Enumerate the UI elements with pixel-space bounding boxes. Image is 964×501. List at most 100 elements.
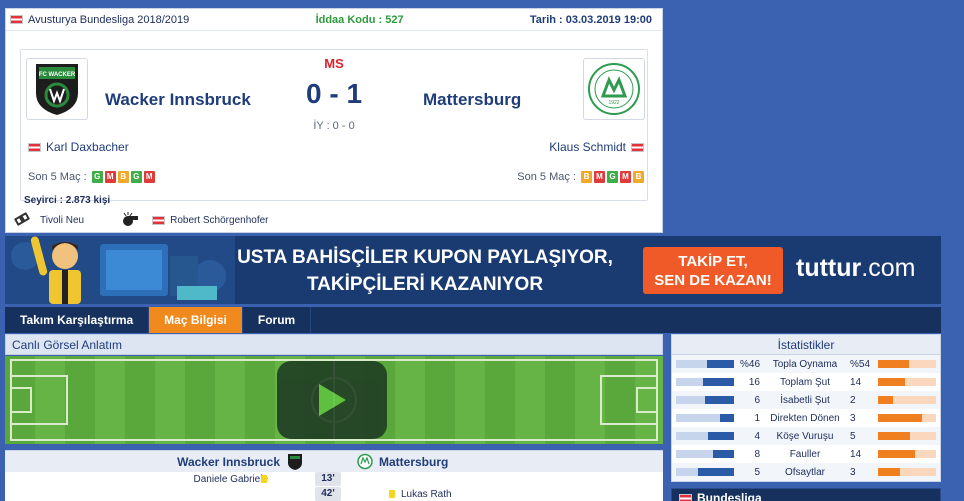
stat-home-value: 8 xyxy=(754,449,760,460)
events-header: Wacker Innsbruck Mattersburg xyxy=(5,450,663,472)
event-minute: 42' xyxy=(315,487,341,501)
play-icon xyxy=(319,384,346,416)
match-tabs: Takım Karşılaştırma Maç Bilgisi Forum xyxy=(5,307,941,333)
stadium-icon xyxy=(12,211,32,230)
stat-away-fill xyxy=(878,468,901,476)
stat-home-bar xyxy=(676,360,734,368)
stat-away-bar xyxy=(878,378,936,386)
league-name: Avusturya Bundesliga 2018/2019 xyxy=(28,13,190,26)
form-badge: G xyxy=(130,171,142,183)
tuttur-logo[interactable]: tuttur.com xyxy=(796,254,915,283)
stat-home-bar xyxy=(676,396,734,404)
stat-away-value: 3 xyxy=(850,413,856,424)
stat-home-fill xyxy=(698,468,734,476)
stat-label: Toplam Şut xyxy=(779,377,831,388)
stat-row: 6 İsabetli Şut 2 xyxy=(672,391,940,409)
stat-home-fill xyxy=(719,414,734,422)
austria-flag-icon xyxy=(679,493,692,501)
stat-home-fill xyxy=(713,450,734,458)
stat-away-value: 2 xyxy=(850,395,856,406)
away-team-name[interactable]: Mattersburg xyxy=(423,90,521,110)
live-commentary-title: Canlı Görsel Anlatım xyxy=(5,334,663,355)
away-form-label: Son 5 Maç : xyxy=(517,171,576,183)
iddaa-code: İddaa Kodu : 527 xyxy=(315,13,404,26)
stat-row: 5 Ofsaytlar 3 xyxy=(672,463,940,481)
stat-home-fill xyxy=(707,360,734,368)
banner-illustration xyxy=(5,236,235,304)
stat-home-bar xyxy=(676,450,734,458)
match-card-header: Avusturya Bundesliga 2018/2019 İddaa Kod… xyxy=(6,9,662,31)
ad-banner[interactable]: USTA BAHİSÇİLER KUPON PAYLAŞIYOR, TAKİPÇ… xyxy=(5,236,941,304)
stat-away-value: 14 xyxy=(850,377,862,388)
stat-away-value: 3 xyxy=(850,467,856,478)
away-coach: Klaus Schmidt xyxy=(549,140,644,154)
stat-row: %46 Topla Oynama %54 xyxy=(672,355,940,373)
match-events: Wacker Innsbruck Mattersburg Daniele Gab… xyxy=(5,450,663,501)
referee-name: Robert Schörgenhofer xyxy=(170,215,269,226)
stat-label: Ofsaytlar xyxy=(784,467,825,478)
form-badge: B xyxy=(117,171,129,183)
tab-match-info[interactable]: Maç Bilgisi xyxy=(149,307,243,333)
stat-away-fill xyxy=(878,378,906,386)
league-box-title: Bundesliga xyxy=(697,491,762,501)
stat-away-fill xyxy=(878,414,922,422)
stat-away-bar xyxy=(878,468,936,476)
austria-flag-icon xyxy=(10,15,23,24)
home-coach-name: Karl Daxbacher xyxy=(46,140,129,154)
austria-flag-icon xyxy=(28,142,41,152)
away-team-logo[interactable]: 1922 xyxy=(583,58,645,120)
league-standings-box[interactable]: Bundesliga xyxy=(671,488,941,501)
away-team-mini-logo xyxy=(357,453,373,473)
away-coach-name: Klaus Schmidt xyxy=(549,140,626,154)
scoreboard: FC WACKER Wacker Innsbruck MS 0 - 1 İY :… xyxy=(20,49,648,201)
match-score: 0 - 1 xyxy=(305,78,363,109)
brand-name: tuttur xyxy=(796,254,862,282)
stat-label: Köşe Vuruşu xyxy=(776,431,834,442)
stat-away-bar xyxy=(878,396,936,404)
match-card: Avusturya Bundesliga 2018/2019 İddaa Kod… xyxy=(5,8,663,233)
stat-label: Fauller xyxy=(789,449,821,460)
stat-away-bar xyxy=(878,450,936,458)
events-home-team: Wacker Innsbruck xyxy=(177,455,280,469)
stat-home-fill xyxy=(705,396,734,404)
event-row: 42' Lukas Rath xyxy=(5,487,663,501)
statistics-title: İstatistikler xyxy=(672,335,940,355)
banner-cta-button[interactable]: TAKİP ET, SEN DE KAZAN! xyxy=(643,247,783,294)
spectators: Seyirci : 2.873 kişi xyxy=(24,195,111,206)
home-form: Son 5 Maç : G M B G M xyxy=(28,171,155,183)
stat-home-value: 4 xyxy=(754,431,760,442)
stat-away-fill xyxy=(878,396,893,404)
form-badge: M xyxy=(594,171,605,183)
stat-home-fill xyxy=(708,432,734,440)
stat-away-value: %54 xyxy=(850,359,871,370)
stat-label: Topla Oynama xyxy=(772,359,838,370)
match-status: MS xyxy=(324,56,344,71)
league-info[interactable]: Avusturya Bundesliga 2018/2019 xyxy=(10,14,189,26)
tab-team-comparison[interactable]: Takım Karşılaştırma xyxy=(5,307,150,333)
tab-forum[interactable]: Forum xyxy=(243,307,312,333)
stat-home-fill xyxy=(703,378,734,386)
form-badge: M xyxy=(620,171,631,183)
halftime-score: İY : 0 - 0 xyxy=(313,120,355,132)
stat-home-value: 6 xyxy=(754,395,760,406)
stat-home-value: 5 xyxy=(754,467,760,478)
stat-away-fill xyxy=(878,432,911,440)
event-home-player: Daniele Gabriele xyxy=(193,474,269,485)
stat-label: İsabetli Şut xyxy=(780,395,830,406)
stat-row: 8 Fauller 14 xyxy=(672,445,940,463)
home-team-mini-logo xyxy=(287,453,303,473)
event-minute: 13' xyxy=(315,472,341,486)
match-date: Tarih : 03.03.2019 19:00 xyxy=(529,13,652,26)
play-button[interactable] xyxy=(277,361,387,439)
form-badge: M xyxy=(104,171,116,183)
stat-row: 16 Toplam Şut 14 xyxy=(672,373,940,391)
form-badge: G xyxy=(91,171,103,183)
home-coach: Karl Daxbacher xyxy=(28,140,129,154)
stat-home-value: 16 xyxy=(748,377,760,388)
yellow-card-icon xyxy=(389,490,395,498)
venue-referee-row: Tivoli Neu Robert Schörgenhofer xyxy=(12,211,269,230)
live-pitch[interactable] xyxy=(5,356,663,444)
form-badge: B xyxy=(581,171,592,183)
stat-away-bar xyxy=(878,432,936,440)
event-away-player: Lukas Rath xyxy=(401,489,452,500)
